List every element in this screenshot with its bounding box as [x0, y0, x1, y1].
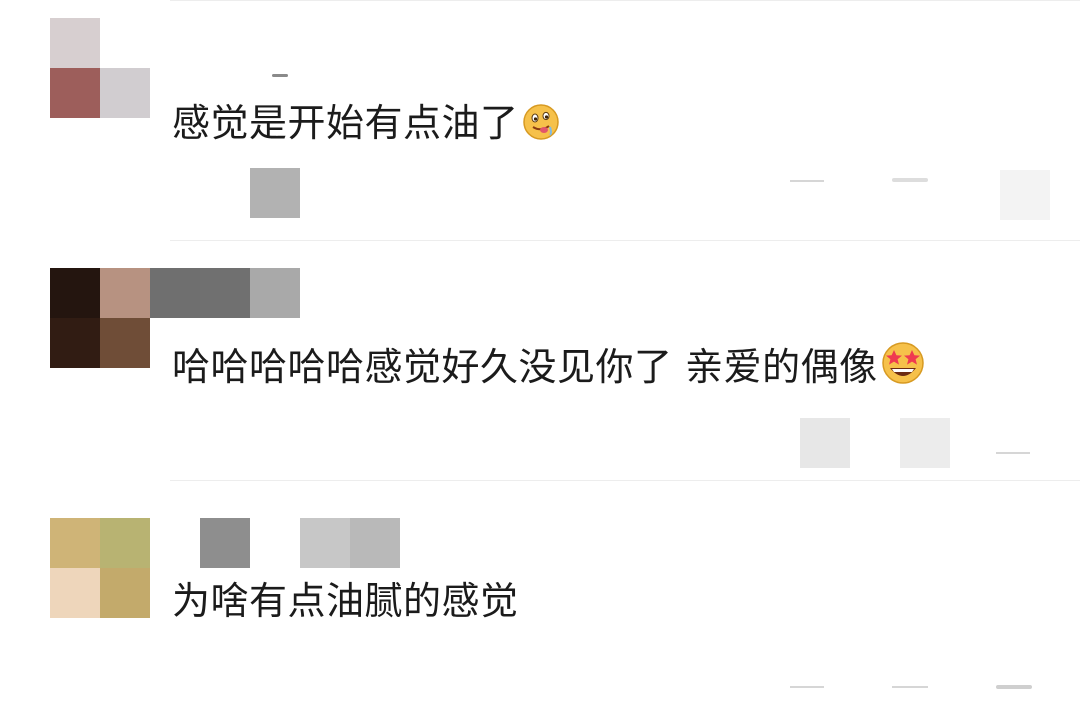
time-blur — [800, 418, 850, 468]
comment-text: 为啥有点油腻的感觉 — [172, 578, 519, 624]
like-button[interactable] — [996, 452, 1030, 454]
comment-text-content: 为啥有点油腻的感觉 — [172, 579, 519, 623]
reply-icon[interactable] — [892, 178, 928, 182]
comment-item-3[interactable]: 为啥有点油腻的感觉 — [0, 480, 1080, 718]
like-button[interactable] — [1000, 170, 1050, 220]
comment-item-1[interactable]: 感觉是开始有点油了 — [0, 0, 1080, 240]
username-placeholder[interactable] — [272, 74, 288, 77]
comment-text: 感觉是开始有点油了 — [172, 100, 561, 152]
drooling-face-icon — [521, 102, 561, 152]
reply-button[interactable] — [900, 418, 950, 468]
reply-icon[interactable] — [892, 686, 928, 688]
avatar[interactable] — [50, 518, 150, 618]
username-mosaic[interactable] — [150, 268, 300, 318]
like-button[interactable] — [996, 685, 1032, 689]
reply-blur[interactable] — [250, 168, 300, 218]
avatar[interactable] — [50, 268, 150, 368]
avatar[interactable] — [50, 18, 150, 118]
time-placeholder — [790, 686, 824, 688]
comment-text: 哈哈哈哈哈感觉好久没见你了 亲爱的偶像 — [172, 340, 926, 396]
comment-item-2[interactable]: 哈哈哈哈哈感觉好久没见你了 亲爱的偶像 — [0, 240, 1080, 480]
time-placeholder — [790, 180, 824, 182]
comment-text-content: 感觉是开始有点油了 — [172, 101, 519, 145]
username-mosaic[interactable] — [200, 518, 400, 568]
comment-text-content: 哈哈哈哈哈感觉好久没见你了 亲爱的偶像 — [172, 345, 878, 389]
star-struck-face-icon — [880, 340, 926, 396]
